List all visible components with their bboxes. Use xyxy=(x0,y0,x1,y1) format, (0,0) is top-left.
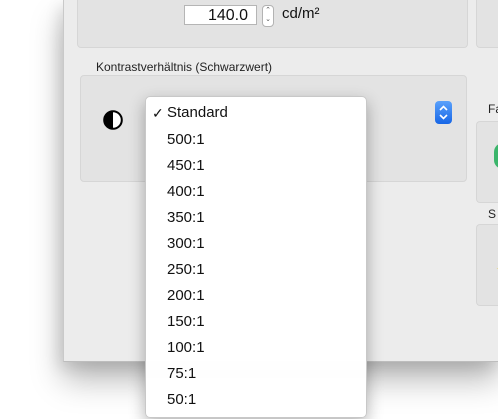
luminance-stepper[interactable]: ⌃ ⌄ xyxy=(262,5,274,27)
stepper-down-icon[interactable]: ⌄ xyxy=(265,16,271,23)
contrast-section-label: Kontrastverhältnis (Schwarzwert) xyxy=(96,60,273,74)
color-swatch[interactable] xyxy=(494,143,498,169)
right-section-label-1: Fa xyxy=(488,102,498,116)
menu-item-300[interactable]: 300:1 xyxy=(146,233,366,255)
menu-item-500[interactable]: 500:1 xyxy=(146,129,366,151)
stepper-up-icon[interactable]: ⌃ xyxy=(265,7,271,14)
menu-item-400[interactable]: 400:1 xyxy=(146,181,366,203)
menu-item-standard[interactable]: ✓ Standard xyxy=(146,102,366,124)
menu-item-350[interactable]: 350:1 xyxy=(146,207,366,229)
right-panel-top xyxy=(476,0,498,48)
contrast-dropdown-menu[interactable]: ✓ Standard 500:1 450:1 400:1 350:1 300:1… xyxy=(145,96,367,418)
contrast-popup-button[interactable] xyxy=(435,101,452,124)
contrast-icon xyxy=(103,110,123,130)
right-section-label-2: S xyxy=(488,207,497,221)
luminance-unit: cd/m² xyxy=(282,5,320,22)
menu-item-50[interactable]: 50:1 xyxy=(146,389,366,411)
menu-item-450[interactable]: 450:1 xyxy=(146,155,366,177)
menu-item-100[interactable]: 100:1 xyxy=(146,337,366,359)
luminance-input[interactable]: 140.0 xyxy=(184,5,257,25)
menu-item-75[interactable]: 75:1 xyxy=(146,363,366,385)
menu-item-250[interactable]: 250:1 xyxy=(146,259,366,281)
chevron-up-down-icon xyxy=(439,105,448,120)
menu-item-150[interactable]: 150:1 xyxy=(146,311,366,333)
checkmark-icon: ✓ xyxy=(152,105,164,121)
right-panel-bottom xyxy=(476,224,498,306)
menu-item-200[interactable]: 200:1 xyxy=(146,285,366,307)
